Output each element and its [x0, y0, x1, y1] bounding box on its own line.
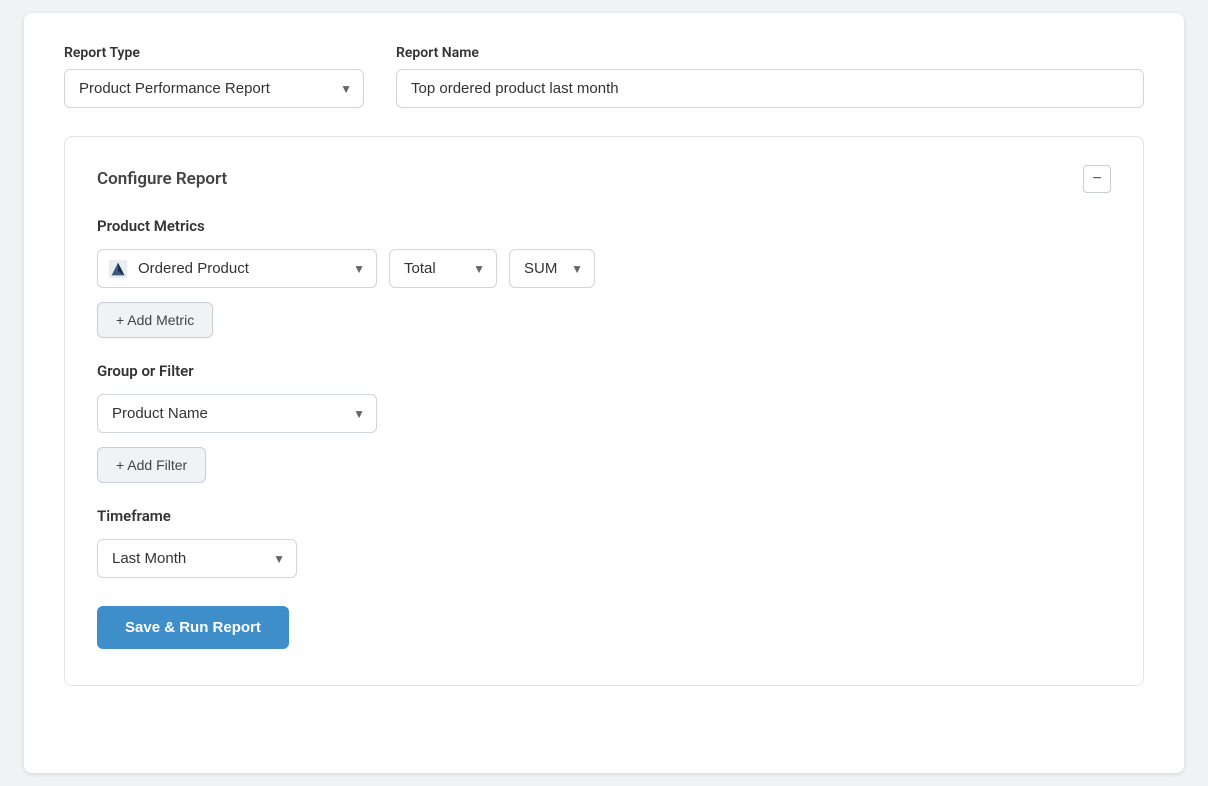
product-metrics-section: Product Metrics Ordered Product Shipped … [97, 217, 1111, 338]
group-filter-row: Product Name Category Brand ▼ [97, 394, 1111, 433]
group-filter-section: Group or Filter Product Name Category Br… [97, 362, 1111, 483]
timeframe-select[interactable]: Last Month Last Week Last 3 Months Last … [97, 539, 297, 578]
report-name-label: Report Name [396, 45, 1144, 61]
save-run-label: Save & Run Report [125, 619, 261, 636]
configure-section: Configure Report − Product Metrics [64, 136, 1144, 686]
collapse-button[interactable]: − [1083, 165, 1111, 193]
report-type-select-wrapper: Product Performance Report Sales Report … [64, 69, 364, 108]
group-filter-label: Group or Filter [97, 362, 1111, 380]
page-container: Report Type Product Performance Report S… [24, 13, 1184, 773]
report-name-input[interactable] [396, 69, 1144, 108]
report-type-label: Report Type [64, 45, 364, 61]
total-select-wrapper: Total Average Count ▼ [389, 249, 497, 288]
sum-select-wrapper: SUM AVG MIN MAX ▼ [509, 249, 595, 288]
timeframe-select-wrapper: Last Month Last Week Last 3 Months Last … [97, 539, 297, 578]
metric-type-select[interactable]: Ordered Product Shipped Product Returned… [97, 249, 377, 288]
total-select[interactable]: Total Average Count [389, 249, 497, 288]
top-row: Report Type Product Performance Report S… [64, 45, 1144, 108]
report-type-group: Report Type Product Performance Report S… [64, 45, 364, 108]
report-name-group: Report Name [396, 45, 1144, 108]
add-metric-label: + Add Metric [116, 312, 194, 328]
sum-select[interactable]: SUM AVG MIN MAX [509, 249, 595, 288]
metrics-row: Ordered Product Shipped Product Returned… [97, 249, 1111, 288]
save-run-button[interactable]: Save & Run Report [97, 606, 289, 649]
product-metrics-label: Product Metrics [97, 217, 1111, 235]
collapse-icon: − [1092, 171, 1101, 187]
report-type-select[interactable]: Product Performance Report Sales Report … [64, 69, 364, 108]
configure-title: Configure Report [97, 169, 227, 189]
add-filter-label: + Add Filter [116, 457, 187, 473]
configure-header: Configure Report − [97, 165, 1111, 193]
add-metric-button[interactable]: + Add Metric [97, 302, 213, 338]
add-filter-button[interactable]: + Add Filter [97, 447, 206, 483]
group-filter-select-wrapper: Product Name Category Brand ▼ [97, 394, 377, 433]
timeframe-section: Timeframe Last Month Last Week Last 3 Mo… [97, 507, 1111, 578]
metric-select-wrapper: Ordered Product Shipped Product Returned… [97, 249, 377, 288]
group-filter-select[interactable]: Product Name Category Brand [97, 394, 377, 433]
timeframe-label: Timeframe [97, 507, 1111, 525]
